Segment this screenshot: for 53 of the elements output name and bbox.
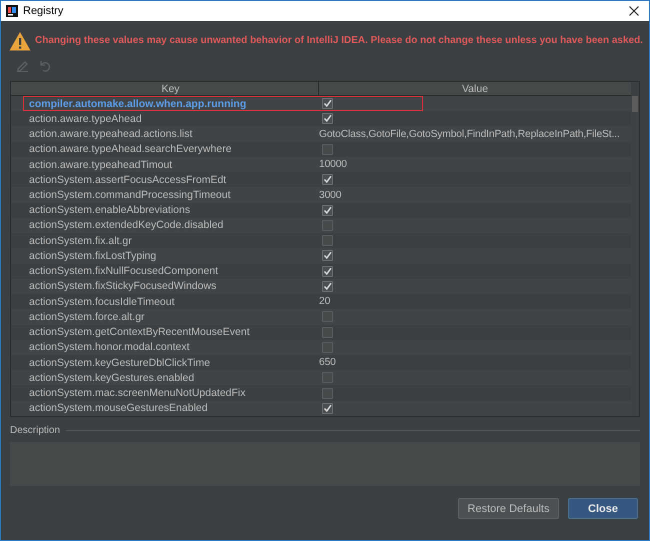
registry-value: 650 (319, 357, 337, 368)
registry-key: actionSystem.fixNullFocusedComponent (11, 265, 319, 278)
warning-message: Changing these values may cause unwanted behavior of IntelliJ IDEA. Please do not change these unless you have been asked. (35, 35, 643, 46)
registry-key: actionSystem.commandProcessingTimeout (11, 189, 319, 202)
registry-key: actionSystem.extendedKeyCode.disabled (11, 219, 319, 232)
close-button[interactable]: Close (568, 498, 638, 519)
description-label: Description (10, 425, 60, 436)
checkbox[interactable] (322, 311, 333, 322)
registry-value: 20 (319, 296, 332, 308)
registry-key: actionSystem.fixStickyFocusedWindows (11, 280, 319, 292)
registry-key: actionSystem.keyGestureDblClickTime (11, 356, 319, 369)
registry-key: actionSystem.honor.modal.context (11, 341, 319, 354)
registry-key: action.aware.typeAhead (11, 112, 319, 125)
registry-key: compiler.automake.allow.when.app.running (11, 98, 319, 110)
checkbox[interactable] (322, 235, 333, 246)
checkbox[interactable] (322, 204, 333, 216)
registry-key: actionSystem.enableAbbreviations (11, 204, 319, 216)
registry-key: actionSystem.mac.screenMenuNotUpdatedFix (11, 387, 319, 400)
checkbox[interactable] (322, 250, 333, 262)
checkbox[interactable] (322, 174, 333, 186)
checkbox[interactable] (322, 144, 333, 155)
checkbox[interactable] (322, 402, 333, 414)
checkbox[interactable] (322, 372, 333, 384)
registry-key: action.aware.typeAhead.searchEverywhere (11, 143, 319, 156)
scrollbar-thumb[interactable] (632, 96, 638, 112)
registry-key: actionSystem.getContextByRecentMouseEvent (11, 326, 319, 338)
checkbox[interactable] (322, 388, 333, 399)
registry-key: actionSystem.keyGestures.enabled (11, 372, 319, 384)
checkbox[interactable] (322, 113, 333, 124)
registry-value: 10000 (319, 159, 348, 170)
registry-key: action.aware.typeahead.actions.list (11, 128, 319, 140)
registry-key: actionSystem.mouseGesturesEnabled (11, 402, 319, 414)
window-title: Registry (23, 5, 64, 17)
checkbox[interactable] (322, 266, 333, 277)
registry-key: actionSystem.force.alt.gr (11, 310, 319, 323)
checkbox[interactable] (322, 220, 333, 231)
registry-key: action.aware.typeaheadTimout (11, 158, 319, 171)
registry-value: 3000 (319, 190, 342, 201)
checkbox[interactable] (322, 342, 333, 353)
checkbox[interactable] (322, 280, 333, 292)
registry-value: GotoClass,GotoFile,GotoSymbol,FindInPath,ReplaceInPath,FileSt... (319, 128, 621, 140)
column-header[interactable]: Value (319, 82, 631, 95)
warning-icon (9, 30, 31, 50)
registry-key: actionSystem.focusIdleTimeout (11, 296, 319, 308)
registry-key: actionSystem.fixLostTyping (11, 250, 319, 262)
app-icon (6, 5, 18, 17)
column-header[interactable]: Key (11, 82, 319, 95)
restore-defaults-button[interactable]: Restore Defaults (458, 498, 559, 519)
checkbox[interactable] (322, 326, 333, 338)
registry-key: actionSystem.fix.alt.gr (11, 234, 319, 247)
registry-key: actionSystem.assertFocusAccessFromEdt (11, 174, 319, 186)
checkbox[interactable] (322, 98, 333, 110)
close-icon[interactable] (629, 6, 639, 16)
